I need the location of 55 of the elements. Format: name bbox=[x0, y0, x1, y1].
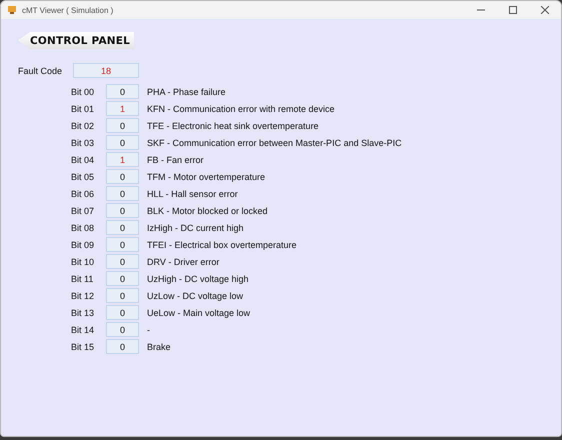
bit-description: Brake bbox=[147, 342, 171, 352]
bit-value-display: 0 bbox=[106, 203, 139, 218]
bit-value-display: 0 bbox=[106, 186, 139, 201]
bit-description: TFEI - Electrical box overtemperature bbox=[147, 240, 297, 250]
fault-code-display: 18 bbox=[73, 63, 139, 78]
bit-label: Bit 09 bbox=[71, 240, 96, 250]
bit-label: Bit 13 bbox=[71, 308, 96, 318]
bit-value-display: 1 bbox=[106, 152, 139, 167]
bit-description: - bbox=[147, 324, 150, 334]
bit-description: UzHigh - DC voltage high bbox=[147, 274, 249, 284]
bit-value-display: 0 bbox=[106, 84, 139, 99]
bit-description: HLL - Hall sensor error bbox=[147, 188, 238, 198]
window-title: cMT Viewer ( Simulation ) bbox=[22, 6, 114, 14]
bit-value-display: 1 bbox=[106, 101, 139, 116]
bit-value-display: 0 bbox=[106, 135, 139, 150]
bit-description: IzHigh - DC current high bbox=[147, 222, 244, 232]
bit-label: Bit 14 bbox=[71, 324, 96, 334]
bit-description: UzLow - DC voltage low bbox=[147, 290, 244, 300]
bit-description: DRV - Driver error bbox=[147, 256, 220, 266]
bit-label: Bit 04 bbox=[71, 154, 96, 164]
bit-label: Bit 00 bbox=[71, 86, 96, 96]
bit-description: TFM - Motor overtemperature bbox=[147, 172, 266, 182]
bit-description: PHA - Phase failure bbox=[147, 86, 226, 96]
bit-value-display: 0 bbox=[106, 339, 139, 354]
bit-description: KFN - Communication error with remote device bbox=[147, 104, 335, 114]
field-label: Fault Code bbox=[18, 66, 64, 76]
bit-value-display: 0 bbox=[106, 237, 139, 252]
close-icon bbox=[541, 6, 549, 14]
app-icon bbox=[7, 5, 17, 15]
bit-value-display: 0 bbox=[106, 220, 139, 235]
bit-description: UeLow - Main voltage low bbox=[147, 308, 250, 318]
bit-label: Bit 07 bbox=[71, 206, 96, 216]
bit-label: Bit 12 bbox=[71, 290, 96, 300]
bit-label: Bit 08 bbox=[71, 222, 96, 232]
bit-label: Bit 03 bbox=[71, 138, 96, 148]
bit-value-display: 0 bbox=[106, 271, 139, 286]
bit-value-display: 0 bbox=[106, 305, 139, 320]
bit-value-display: 0 bbox=[106, 169, 139, 184]
back-button[interactable]: CONTROL PANEL bbox=[18, 32, 134, 49]
maximize-icon bbox=[509, 6, 517, 14]
bit-description: SKF - Communication error between Master-PIC and Slave-PIC bbox=[147, 138, 402, 148]
bit-label: Bit 06 bbox=[71, 188, 96, 198]
bit-label: Bit 05 bbox=[71, 172, 96, 182]
bit-description: FB - Fan error bbox=[147, 154, 204, 164]
bit-value-display: 0 bbox=[106, 288, 139, 303]
bit-label: Bit 01 bbox=[71, 104, 96, 114]
bit-description: BLK - Motor blocked or locked bbox=[147, 206, 268, 216]
bit-value-display: 0 bbox=[106, 118, 139, 133]
bit-label: Bit 10 bbox=[71, 256, 96, 266]
bit-label: Bit 02 bbox=[71, 120, 96, 130]
bit-description: TFE - Electronic heat sink overtemperature bbox=[147, 120, 319, 130]
bit-label: Bit 15 bbox=[71, 342, 96, 352]
bit-value-display: 0 bbox=[106, 254, 139, 269]
bit-value-display: 0 bbox=[106, 322, 139, 337]
bit-label: Bit 11 bbox=[71, 274, 94, 284]
